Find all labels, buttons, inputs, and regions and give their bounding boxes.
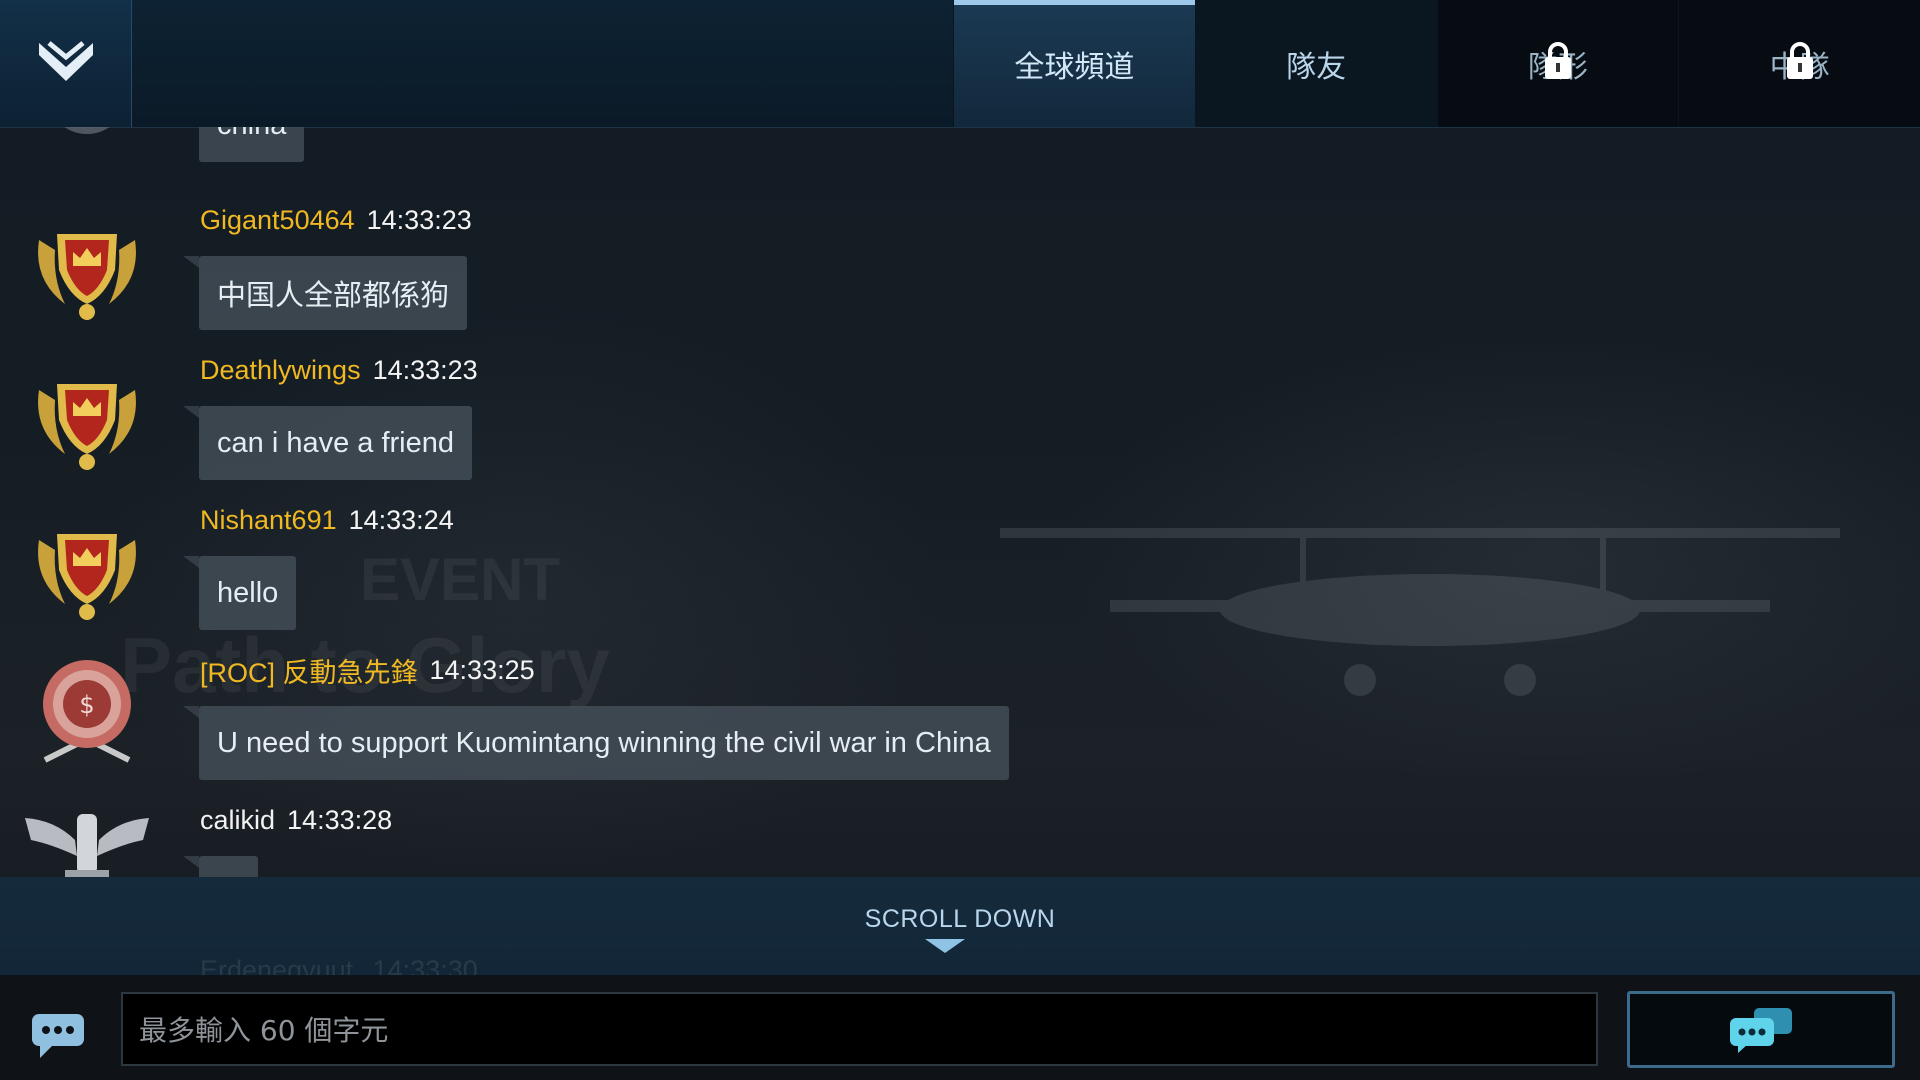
chevron-down-icon (38, 40, 93, 81)
arrow-down-icon (925, 939, 965, 953)
timestamp: 14:33:23 (372, 354, 478, 385)
chat-message: Gigant50464 14:33:23 中国人全部都係狗 (0, 200, 1200, 350)
timestamp: 14:33:25 (429, 654, 535, 685)
scroll-down-label: SCROLL DOWN (864, 905, 1056, 933)
crown-shield-badge-icon (64, 127, 110, 134)
username[interactable]: Deathlywings (200, 355, 361, 386)
tab-formation[interactable]: 隊形 (1436, 0, 1679, 127)
tab-teammates[interactable]: 隊友 (1194, 0, 1437, 127)
timestamp: 14:33:24 (348, 504, 454, 535)
tab-label: 全球頻道 (1014, 49, 1135, 85)
eagle-wings-badge-icon (25, 814, 149, 877)
chat-message-list[interactable]: china Gigant50464 14:33:23 中国人全部都係狗 (0, 127, 1920, 877)
message-bubble: can i have a friend (199, 406, 472, 480)
message-bubble: 中国人全部都係狗 (199, 256, 468, 330)
tab-global-channel[interactable]: 全球頻道 (953, 0, 1195, 127)
message-text: can i have a friend (217, 426, 454, 459)
message-header: Deathlywings 14:33:23 (200, 350, 478, 390)
send-chat-icon (1730, 1007, 1792, 1053)
username[interactable]: calikid (200, 805, 275, 836)
message-bubble: china (199, 127, 305, 162)
chat-message: $ [ROC] 反動急先鋒 14:33:25 U need to support… (0, 650, 1200, 800)
crown-shield-badge-icon (38, 234, 136, 320)
chat-input-placeholder: 最多輸入 60 個字元 (139, 1014, 389, 1047)
lock-icon (1544, 42, 1571, 79)
tab-squadron[interactable]: 中隊 (1678, 0, 1920, 127)
top-bar: 全球頻道 隊友 隊形 中隊 (0, 0, 1920, 128)
medal-crossed-swords-icon: $ (43, 660, 131, 763)
svg-text:$: $ (79, 691, 94, 719)
message-text: U need to support Kuomintang winning the… (217, 726, 991, 759)
username[interactable]: [ROC] 反動急先鋒 (200, 651, 418, 690)
message-text: 中国人全部都係狗 (217, 280, 450, 312)
chat-message: china (0, 127, 1200, 182)
message-header: Nishant691 14:33:24 (200, 500, 454, 540)
lock-icon (1786, 42, 1813, 79)
timestamp: 14:33:23 (366, 204, 472, 235)
message-text: hello (217, 576, 279, 609)
message-header: Gigant50464 14:33:23 (200, 200, 472, 240)
username[interactable]: Gigant50464 (200, 205, 355, 236)
message-header: [ROC] 反動急先鋒 14:33:25 (200, 650, 535, 690)
chat-message: Deathlywings 14:33:23 can i have a frien… (0, 350, 1200, 500)
username[interactable]: Nishant691 (200, 505, 337, 536)
message-bubble: hi (199, 856, 258, 877)
send-message-button[interactable] (1627, 991, 1895, 1068)
message-text: china (217, 127, 286, 142)
chat-bubble-icon[interactable] (30, 1012, 86, 1060)
timestamp: 14:33:28 (287, 804, 393, 835)
message-bubble: hello (199, 556, 297, 630)
tab-label: 隊友 (1286, 49, 1347, 85)
collapse-chat-button[interactable] (0, 0, 132, 127)
message-bubble: U need to support Kuomintang winning the… (199, 706, 1009, 780)
chat-input[interactable]: 最多輸入 60 個字元 (121, 992, 1598, 1066)
crown-shield-badge-icon (38, 534, 136, 620)
channel-tabs: 全球頻道 隊友 隊形 中隊 (953, 0, 1920, 127)
message-header: calikid 14:33:28 (200, 800, 392, 840)
crown-shield-badge-icon (38, 384, 136, 470)
chat-message: Nishant691 14:33:24 hello (0, 500, 1200, 650)
chat-message: calikid 14:33:28 hi (0, 800, 1200, 877)
